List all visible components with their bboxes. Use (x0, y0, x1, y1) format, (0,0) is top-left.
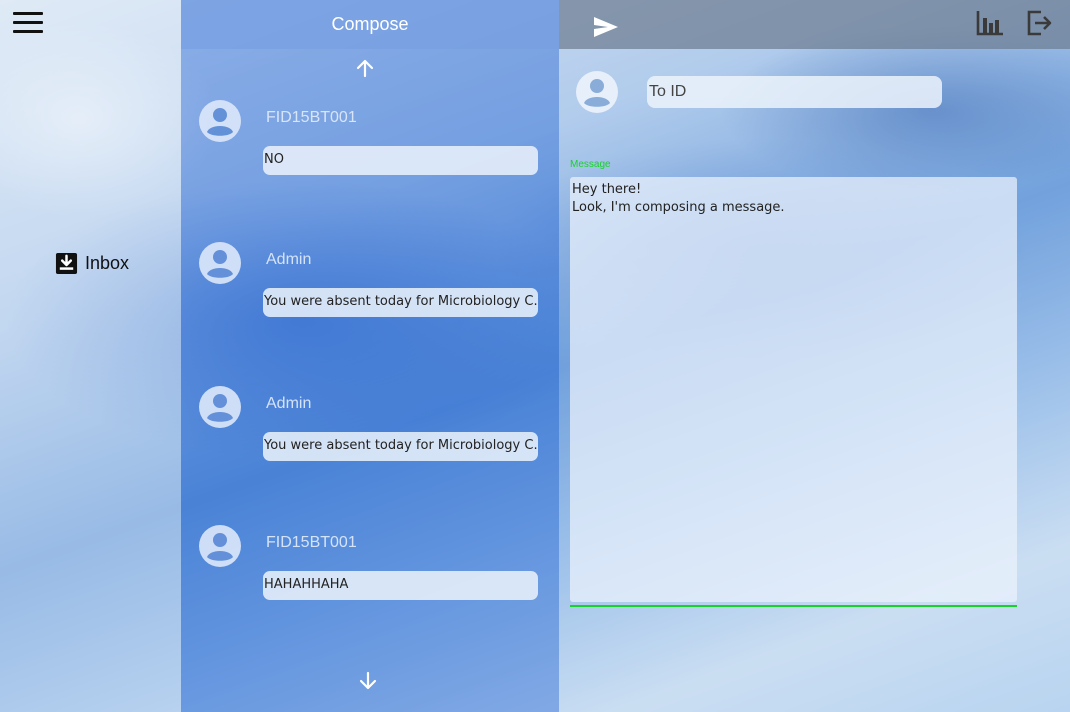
list-item[interactable]: Admin You were absent today for Microbio… (181, 384, 559, 494)
avatar-icon (199, 242, 241, 284)
send-icon[interactable] (593, 16, 619, 38)
recipient-avatar-icon (576, 71, 618, 113)
sidebar-item-label: Inbox (85, 253, 130, 273)
message-sender: Admin (266, 395, 312, 412)
list-item[interactable]: Admin You were absent today for Microbio… (181, 240, 559, 350)
avatar-icon (199, 386, 241, 428)
message-list-panel: Compose FID15BT001 NO Admin You were abs… (181, 0, 559, 712)
compose-toolbar (559, 0, 1070, 49)
message-sender: FID15BT001 (266, 534, 357, 551)
list-header: Compose (181, 0, 559, 49)
message-textarea[interactable]: Hey there! Look, I'm composing a message… (570, 177, 1017, 602)
list-item[interactable]: FID15BT001 HAHAHHAHA (181, 523, 559, 633)
bar-chart-icon[interactable] (976, 10, 1004, 36)
message-preview[interactable]: NO (263, 146, 538, 175)
message-sender: FID15BT001 (266, 109, 357, 126)
sidebar: Inbox (0, 0, 181, 712)
message-field-label: Message (570, 159, 611, 170)
message-preview[interactable]: You were absent today for Microbiology C… (263, 432, 538, 461)
list-title: Compose (331, 14, 409, 34)
avatar-icon (199, 525, 241, 567)
compose-panel: Message Hey there! Look, I'm composing a… (559, 0, 1070, 712)
message-preview[interactable]: HAHAHHAHA (263, 571, 538, 600)
arrow-down-icon[interactable] (358, 671, 378, 691)
message-sender: Admin (266, 251, 312, 268)
inbox-download-icon (55, 252, 78, 275)
logout-icon[interactable] (1026, 9, 1054, 37)
hamburger-menu-icon[interactable] (13, 12, 43, 34)
to-id-input[interactable] (647, 76, 942, 108)
avatar-icon (199, 100, 241, 142)
message-field-underline (570, 605, 1017, 607)
sidebar-item-inbox[interactable]: Inbox (55, 252, 129, 275)
arrow-up-icon[interactable] (355, 58, 375, 78)
message-preview[interactable]: You were absent today for Microbiology C… (263, 288, 538, 317)
list-item[interactable]: FID15BT001 NO (181, 98, 559, 208)
